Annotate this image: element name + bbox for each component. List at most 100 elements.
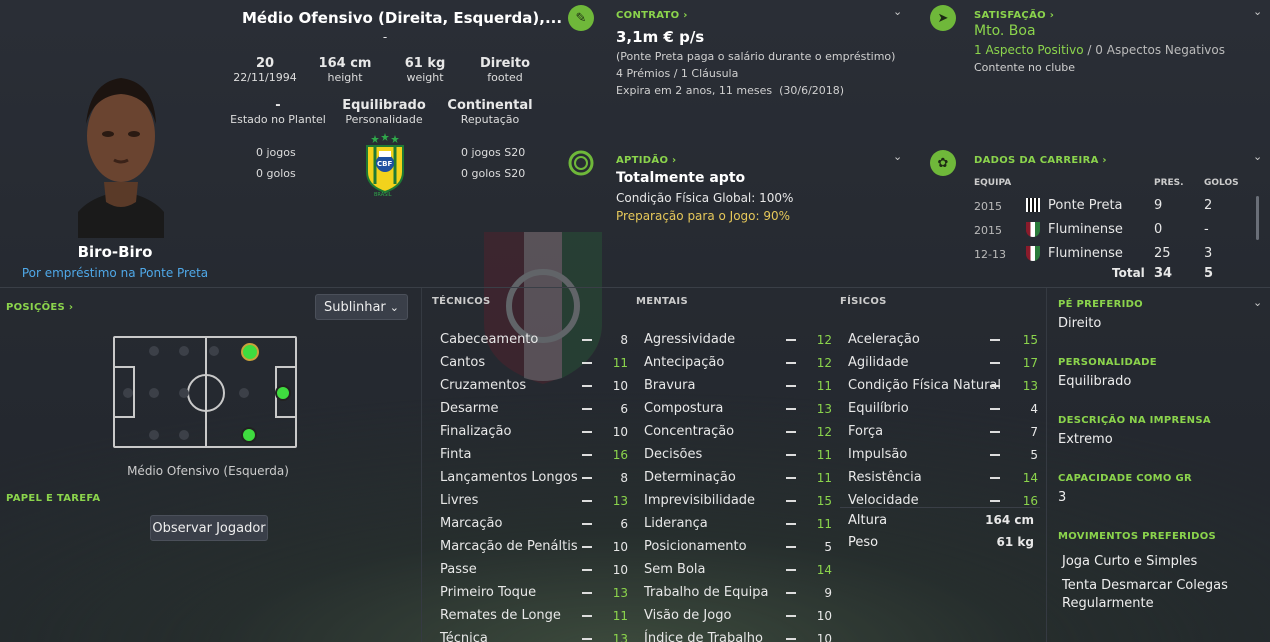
info-chevron-down-icon[interactable]: ⌄ <box>1253 296 1262 309</box>
attribute-value: 11 <box>816 470 832 485</box>
attribute-name: Marcação <box>440 516 503 531</box>
attribute-row[interactable]: Posicionamento 5 <box>636 535 836 558</box>
highlight-dropdown[interactable]: Sublinhar ⌄ <box>315 294 408 320</box>
attribute-row[interactable]: Agressividade 12 <box>636 328 836 351</box>
attribute-row[interactable]: Trabalho de Equipa 9 <box>636 581 836 604</box>
attribute-row[interactable]: Decisões 11 <box>636 443 836 466</box>
attribute-name: Finalização <box>440 424 512 439</box>
attribute-row[interactable]: Resistência 14 <box>840 466 1040 489</box>
fitness-condition: Condição Física Global: 100% <box>616 191 794 205</box>
attribute-row[interactable]: Aceleração 15 <box>840 328 1040 351</box>
career-flower-icon[interactable]: ✿ <box>930 150 956 176</box>
attribute-change-dash <box>582 407 592 410</box>
position-marker[interactable] <box>275 385 291 401</box>
attribute-row[interactable]: Determinação 11 <box>636 466 836 489</box>
attribute-row[interactable]: Cabeceamento 8 <box>432 328 632 351</box>
attribute-row[interactable]: Impulsão 5 <box>840 443 1040 466</box>
attribute-row[interactable]: Velocidade 16 <box>840 489 1040 512</box>
attribute-name: Técnica <box>440 631 488 642</box>
attribute-value: 13 <box>816 401 832 416</box>
attribute-row[interactable]: Visão de Jogo 10 <box>636 604 836 627</box>
height-value: 164 cm <box>318 56 372 71</box>
media-info-value: Extremo <box>1058 432 1113 447</box>
career-scrollbar[interactable] <box>1256 196 1259 240</box>
attribute-value: 12 <box>816 332 832 347</box>
attribute-change-dash <box>990 476 1000 479</box>
fluminense-badge-icon <box>1026 246 1040 261</box>
loan-status-link[interactable]: Por empréstimo na Ponte Preta <box>10 266 220 280</box>
career-chevron-down-icon[interactable]: ⌄ <box>1253 150 1262 163</box>
career-label[interactable]: DADOS DA CARREIRA › <box>974 155 1107 166</box>
attribute-row[interactable]: Remates de Longe 11 <box>432 604 632 627</box>
attribute-row[interactable]: Imprevisibilidade 15 <box>636 489 836 512</box>
attribute-value: 4 <box>1030 401 1038 416</box>
player-photo <box>68 62 174 238</box>
position-marker-primary[interactable] <box>241 343 259 361</box>
weight-block: 61 kg weight <box>392 56 458 84</box>
attribute-row[interactable]: Liderança 11 <box>636 512 836 535</box>
attribute-name: Lançamentos Longos <box>440 470 578 485</box>
satisfaction-label[interactable]: SATISFAÇÃO › <box>974 10 1054 21</box>
nation-badge-icon[interactable]: CBF BRASIL <box>362 132 408 198</box>
attribute-value: 9 <box>824 585 832 600</box>
technical-column: TÉCNICOS Cabeceamento 8 Cantos 11 Cruzamento… <box>432 296 632 642</box>
attribute-value: 12 <box>816 424 832 439</box>
attribute-row[interactable]: Técnica 13 <box>432 627 632 642</box>
attribute-row[interactable]: Cruzamentos 10 <box>432 374 632 397</box>
attribute-row[interactable]: Marcação de Penáltis 10 <box>432 535 632 558</box>
attribute-change-dash <box>582 522 592 525</box>
attribute-row[interactable]: Agilidade 17 <box>840 351 1040 374</box>
navigation-arrow-icon[interactable]: ➤ <box>930 5 956 31</box>
attribute-change-dash <box>582 338 592 341</box>
pencil-icon[interactable]: ✎ <box>568 5 594 31</box>
personality-block: Equilibrado Personalidade <box>334 98 434 126</box>
attribute-row[interactable]: Finalização 10 <box>432 420 632 443</box>
attribute-row[interactable]: Primeiro Toque 13 <box>432 581 632 604</box>
fitness-ring-icon[interactable] <box>568 150 594 176</box>
contract-label[interactable]: CONTRATO › <box>616 10 688 21</box>
attribute-row[interactable]: Bravura 11 <box>636 374 836 397</box>
ppm-item[interactable]: Tenta Desmarcar Colegas <box>1062 578 1228 593</box>
attribute-row[interactable]: Força 7 <box>840 420 1040 443</box>
subtitle-dash: - <box>382 30 388 44</box>
attribute-row[interactable]: Compostura 13 <box>636 397 836 420</box>
column-divider <box>1046 288 1047 642</box>
career-row[interactable]: 2015 Fluminense 0 - <box>974 220 1244 244</box>
attribute-row[interactable]: Concentração 12 <box>636 420 836 443</box>
contract-chevron-down-icon[interactable]: ⌄ <box>893 5 902 18</box>
attribute-row[interactable]: Índice de Trabalho 10 <box>636 627 836 642</box>
attribute-value: 12 <box>816 355 832 370</box>
player-name: Biro-Biro <box>77 243 153 261</box>
attribute-row[interactable]: Desarme 6 <box>432 397 632 420</box>
attribute-row[interactable]: Finta 16 <box>432 443 632 466</box>
attribute-name: Equilíbrio <box>848 401 909 416</box>
attribute-row[interactable]: Lançamentos Longos 8 <box>432 466 632 489</box>
attribute-value: 13 <box>612 493 628 508</box>
attribute-change-dash <box>990 361 1000 364</box>
positions-label[interactable]: POSIÇÕES › <box>6 302 73 313</box>
attribute-row[interactable]: Condição Física Natural 13 <box>840 374 1040 397</box>
goals-u20-count: 0 golos S20 <box>461 167 526 180</box>
scout-player-button[interactable]: Observar Jogador <box>150 515 268 541</box>
fitness-label[interactable]: APTIDÃO › <box>616 155 676 166</box>
attribute-row[interactable]: Marcação 6 <box>432 512 632 535</box>
fitness-chevron-down-icon[interactable]: ⌄ <box>893 150 902 163</box>
attribute-row[interactable]: Equilíbrio 4 <box>840 397 1040 420</box>
reputation-block: Continental Reputação <box>440 98 540 126</box>
attribute-row[interactable]: Passe 10 <box>432 558 632 581</box>
satisfaction-chevron-down-icon[interactable]: ⌄ <box>1253 5 1262 18</box>
career-row[interactable]: 2015 Ponte Preta 9 2 <box>974 196 1244 220</box>
attribute-value: 16 <box>612 447 628 462</box>
attribute-row[interactable]: Antecipação 12 <box>636 351 836 374</box>
ppm-item[interactable]: Joga Curto e Simples <box>1062 554 1197 569</box>
attribute-value: 13 <box>1022 378 1038 393</box>
position-marker[interactable] <box>241 427 257 443</box>
attribute-value: 17 <box>1022 355 1038 370</box>
weight-label: weight <box>406 71 444 84</box>
attribute-value: 5 <box>1030 447 1038 462</box>
attribute-row[interactable]: Sem Bola 14 <box>636 558 836 581</box>
attribute-row[interactable]: Cantos 11 <box>432 351 632 374</box>
position-pitch[interactable] <box>113 336 297 448</box>
attribute-row[interactable]: Livres 13 <box>432 489 632 512</box>
contract-wage: 3,1m € p/s <box>616 28 705 46</box>
